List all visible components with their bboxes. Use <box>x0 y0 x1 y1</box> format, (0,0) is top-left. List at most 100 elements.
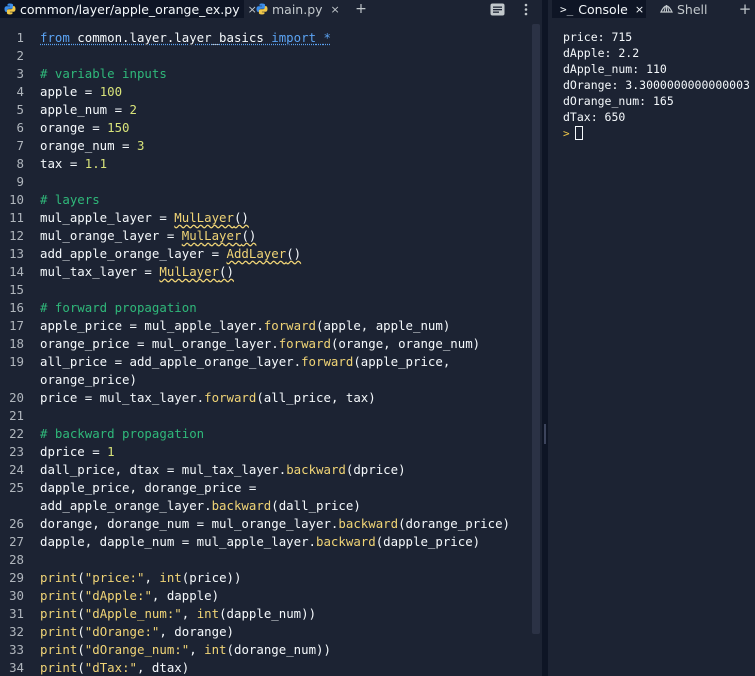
code-line[interactable]: 30 print("dApple:", dapple) <box>0 587 532 605</box>
line-number: 29 <box>9 570 24 585</box>
line-number: 23 <box>9 444 24 459</box>
code-text: dapple_price, dorange_price = <box>40 480 257 495</box>
list-icon[interactable] <box>486 0 508 18</box>
code-text: mul_orange_layer = MulLayer() <box>40 228 257 243</box>
code-line[interactable]: 4 apple = 100 <box>0 83 532 101</box>
code-line[interactable]: 32 print("dOrange:", dorange) <box>0 623 532 641</box>
console-output-line: dTax: 650 <box>563 110 626 124</box>
code-text: print("dOrange:", dorange) <box>40 624 234 639</box>
code-line[interactable]: 33 print("dOrange_num:", int(dorange_num)… <box>0 641 532 659</box>
tab-label: Shell <box>677 1 708 17</box>
code-line[interactable]: 10 # layers <box>0 191 532 209</box>
shell-icon <box>660 2 673 17</box>
code-line[interactable]: 14 mul_tax_layer = MulLayer() <box>0 263 532 281</box>
code-line[interactable]: 24 dall_price, dtax = mul_tax_layer.backw… <box>0 461 532 479</box>
code-line[interactable]: 7 orange_num = 3 <box>0 137 532 155</box>
close-icon[interactable]: × <box>635 3 644 16</box>
add-tab-icon[interactable]: + <box>736 0 754 18</box>
code-text: orange = 150 <box>40 120 130 135</box>
code-line[interactable]: 12 mul_orange_layer = MulLayer() <box>0 227 532 245</box>
editor-scrollbar[interactable] <box>532 24 540 634</box>
line-number: 10 <box>9 192 24 207</box>
code-line[interactable]: 27 dapple, dapple_num = mul_apple_layer.b… <box>0 533 532 551</box>
code-line[interactable]: 6 orange = 150 <box>0 119 532 137</box>
code-line[interactable]: 17 apple_price = mul_apple_layer.forward(… <box>0 317 532 335</box>
line-number: 20 <box>9 390 24 405</box>
console-output-line: dApple_num: 110 <box>563 62 667 76</box>
line-number: 30 <box>9 588 24 603</box>
code-line[interactable]: 9 <box>0 173 532 191</box>
line-number: 21 <box>9 408 24 423</box>
code-line[interactable]: 8 tax = 1.1 <box>0 155 532 173</box>
code-text: add_apple_orange_layer.backward(dall_pri… <box>40 498 361 513</box>
line-number: 12 <box>9 228 24 243</box>
code-text: dall_price, dtax = mul_tax_layer.backwar… <box>40 462 406 477</box>
code-text: all_price = add_apple_orange_layer.forwa… <box>40 354 451 369</box>
line-number: 5 <box>16 102 24 117</box>
text-cursor <box>574 126 583 140</box>
code-line[interactable]: 1 from common.layer.layer_basics import * <box>0 29 532 47</box>
python-file-icon <box>4 3 16 15</box>
editor-tab-bar: common/layer/apple_orange_ex.py × main.p… <box>0 0 542 18</box>
code-line[interactable]: 29 print("price:", int(price)) <box>0 569 532 587</box>
code-line[interactable]: orange_price) <box>0 371 532 389</box>
code-text: mul_apple_layer = MulLayer() <box>40 210 249 225</box>
code-line[interactable]: add_apple_orange_layer.backward(dall_pri… <box>0 497 532 515</box>
code-line[interactable]: 34 print("dTax:", dtax) <box>0 659 532 676</box>
code-editor[interactable]: 1 from common.layer.layer_basics import *… <box>0 27 532 676</box>
code-line[interactable]: 25 dapple_price, dorange_price = <box>0 479 532 497</box>
console-output-line: price: 715 <box>563 30 633 44</box>
code-line[interactable]: 28 <box>0 551 532 569</box>
tab-main-py[interactable]: main.py × <box>252 0 342 18</box>
tab-label: main.py <box>272 1 323 17</box>
code-text: dprice = 1 <box>40 444 115 459</box>
console-prompt[interactable]: > <box>563 125 583 141</box>
line-number: 19 <box>9 354 24 369</box>
code-line[interactable]: 31 print("dApple_num:", int(dapple_num)) <box>0 605 532 623</box>
code-text: dorange, dorange_num = mul_orange_layer.… <box>40 516 510 531</box>
code-line[interactable]: 16 # forward propagation <box>0 299 532 317</box>
line-number: 15 <box>9 282 24 297</box>
code-text: print("price:", int(price)) <box>40 570 242 585</box>
code-line[interactable]: 26 dorange, dorange_num = mul_orange_laye… <box>0 515 532 533</box>
resize-handle[interactable] <box>544 424 546 444</box>
code-line[interactable]: 13 add_apple_orange_layer = AddLayer() <box>0 245 532 263</box>
line-number: 7 <box>16 138 24 153</box>
line-number: 6 <box>16 120 24 135</box>
code-text: print("dApple_num:", int(dapple_num)) <box>40 606 317 621</box>
code-line[interactable]: 21 <box>0 407 532 425</box>
code-line[interactable]: 5 apple_num = 2 <box>0 101 532 119</box>
code-line[interactable]: 19 all_price = add_apple_orange_layer.for… <box>0 353 532 371</box>
code-text: # forward propagation <box>40 300 197 315</box>
line-number: 24 <box>9 462 24 477</box>
code-text: # variable inputs <box>40 66 167 81</box>
code-line[interactable]: 23 dprice = 1 <box>0 443 532 461</box>
code-line[interactable]: 11 mul_apple_layer = MulLayer() <box>0 209 532 227</box>
code-line[interactable]: 20 price = mul_tax_layer.forward(all_pric… <box>0 389 532 407</box>
tab-label: Console <box>578 1 628 17</box>
more-vertical-icon[interactable] <box>516 0 536 18</box>
close-icon[interactable]: × <box>331 3 340 16</box>
console-output-line: dOrange: 3.3000000000000003 <box>563 78 750 92</box>
line-number: 9 <box>16 174 24 189</box>
line-number: 11 <box>9 210 24 225</box>
code-line[interactable]: 3 # variable inputs <box>0 65 532 83</box>
prompt-icon: > <box>563 126 570 140</box>
code-text: from common.layer.layer_basics import * <box>40 30 331 45</box>
code-line[interactable]: 2 <box>0 47 532 65</box>
code-text: apple = 100 <box>40 84 123 99</box>
line-number: 14 <box>9 264 24 279</box>
line-number: 25 <box>9 480 24 495</box>
code-text: print("dOrange_num:", int(dorange_num)) <box>40 642 331 657</box>
code-line[interactable]: 18 orange_price = mul_orange_layer.forwar… <box>0 335 532 353</box>
line-number: 26 <box>9 516 24 531</box>
code-line[interactable]: 15 <box>0 281 532 299</box>
code-line[interactable]: 22 # backward propagation <box>0 425 532 443</box>
terminal-icon: >_ <box>560 2 574 16</box>
code-text: print("dTax:", dtax) <box>40 660 190 675</box>
tab-console[interactable]: >_ Console × <box>552 0 646 18</box>
tab-shell[interactable]: Shell <box>656 0 718 18</box>
add-tab-icon[interactable]: + <box>351 0 371 18</box>
line-number: 3 <box>16 66 24 81</box>
tab-apple-orange-ex[interactable]: common/layer/apple_orange_ex.py × <box>0 0 257 18</box>
